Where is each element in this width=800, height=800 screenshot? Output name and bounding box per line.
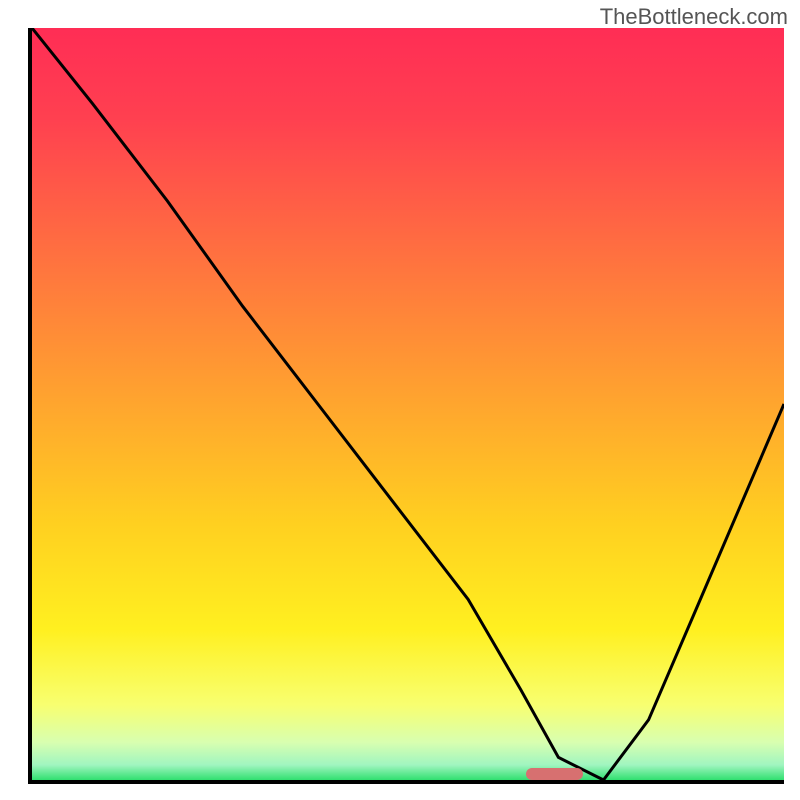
optimal-marker: [526, 768, 582, 780]
watermark-text: TheBottleneck.com: [600, 4, 788, 30]
plot-area: [32, 28, 784, 780]
chart-svg: [32, 28, 784, 780]
